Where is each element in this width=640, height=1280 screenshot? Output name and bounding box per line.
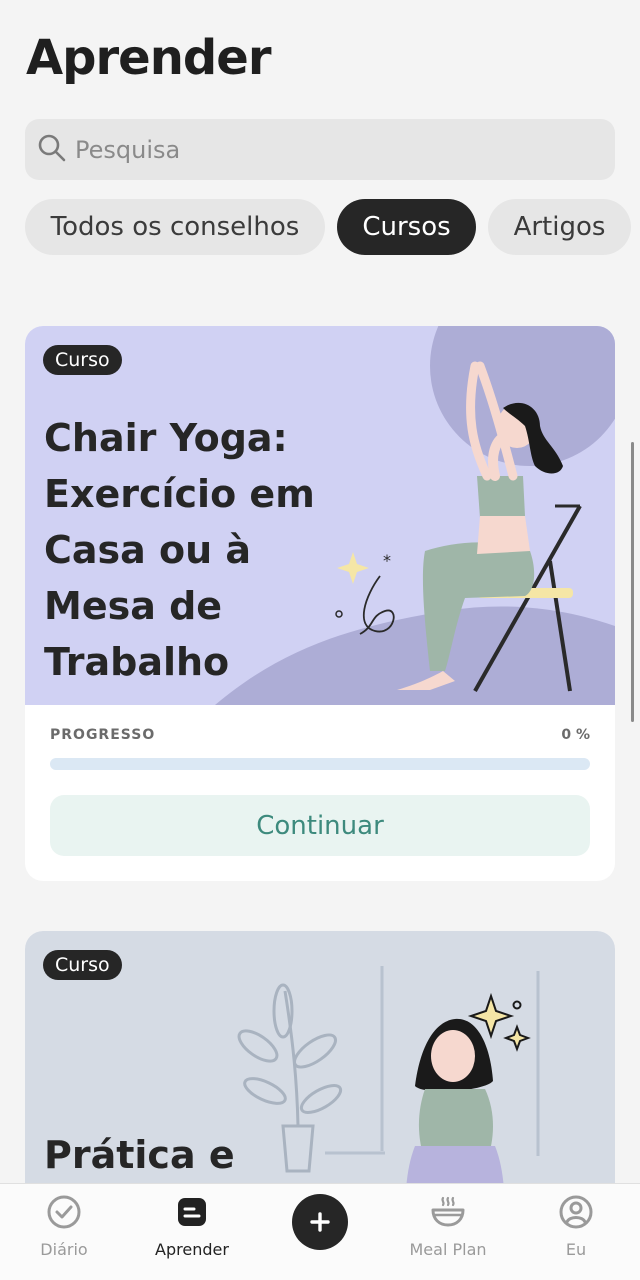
filter-chip-todos[interactable]: Todos os conselhos [25, 199, 325, 255]
progress-label: PROGRESSO [50, 727, 156, 743]
search-icon [38, 134, 66, 162]
course-badge: Curso [43, 345, 122, 375]
filter-chip-artigos[interactable]: Artigos [488, 199, 631, 255]
tab-meal-plan[interactable]: Meal Plan [384, 1184, 512, 1280]
check-circle-icon [47, 1195, 81, 1229]
filter-chip-label: Todos os conselhos [50, 212, 300, 242]
progress-bar [50, 758, 590, 770]
tab-label: Meal Plan [409, 1240, 487, 1259]
bowl-icon [431, 1196, 465, 1227]
course-title: Chair Yoga: Exercício em Casa ou à Mesa … [44, 416, 315, 684]
continue-button[interactable]: Continuar [50, 795, 590, 856]
add-button[interactable] [292, 1194, 348, 1250]
tab-eu[interactable]: Eu [512, 1184, 640, 1280]
filter-chip-label: Artigos [513, 212, 606, 242]
search-input[interactable] [75, 119, 595, 180]
filter-chip-cursos[interactable]: Cursos [337, 199, 476, 255]
svg-text:*: * [383, 551, 391, 570]
course-badge: Curso [43, 950, 122, 980]
plus-icon [310, 1212, 330, 1232]
tab-diario[interactable]: Diário [0, 1184, 128, 1280]
course-title: Prática e [44, 1133, 235, 1177]
tab-label: Aprender [155, 1240, 229, 1259]
profile-icon [559, 1195, 593, 1229]
scrollbar[interactable] [631, 442, 634, 722]
bottom-tab-bar: Diário Aprender Meal Plan Eu [0, 1183, 640, 1280]
search-bar[interactable] [25, 119, 615, 180]
course-hero: * Curso Chair Yoga: Exercício em Casa ou… [25, 326, 615, 705]
page-title: Aprender [26, 30, 271, 86]
tab-label: Diário [40, 1240, 88, 1259]
tab-aprender[interactable]: Aprender [128, 1184, 256, 1280]
filter-chip-label: Cursos [362, 212, 451, 242]
tab-label: Eu [565, 1240, 587, 1259]
course-card[interactable]: * Curso Chair Yoga: Exercício em Casa ou… [25, 326, 615, 881]
progress-value: 0 % [561, 727, 590, 743]
learn-icon [178, 1198, 206, 1226]
